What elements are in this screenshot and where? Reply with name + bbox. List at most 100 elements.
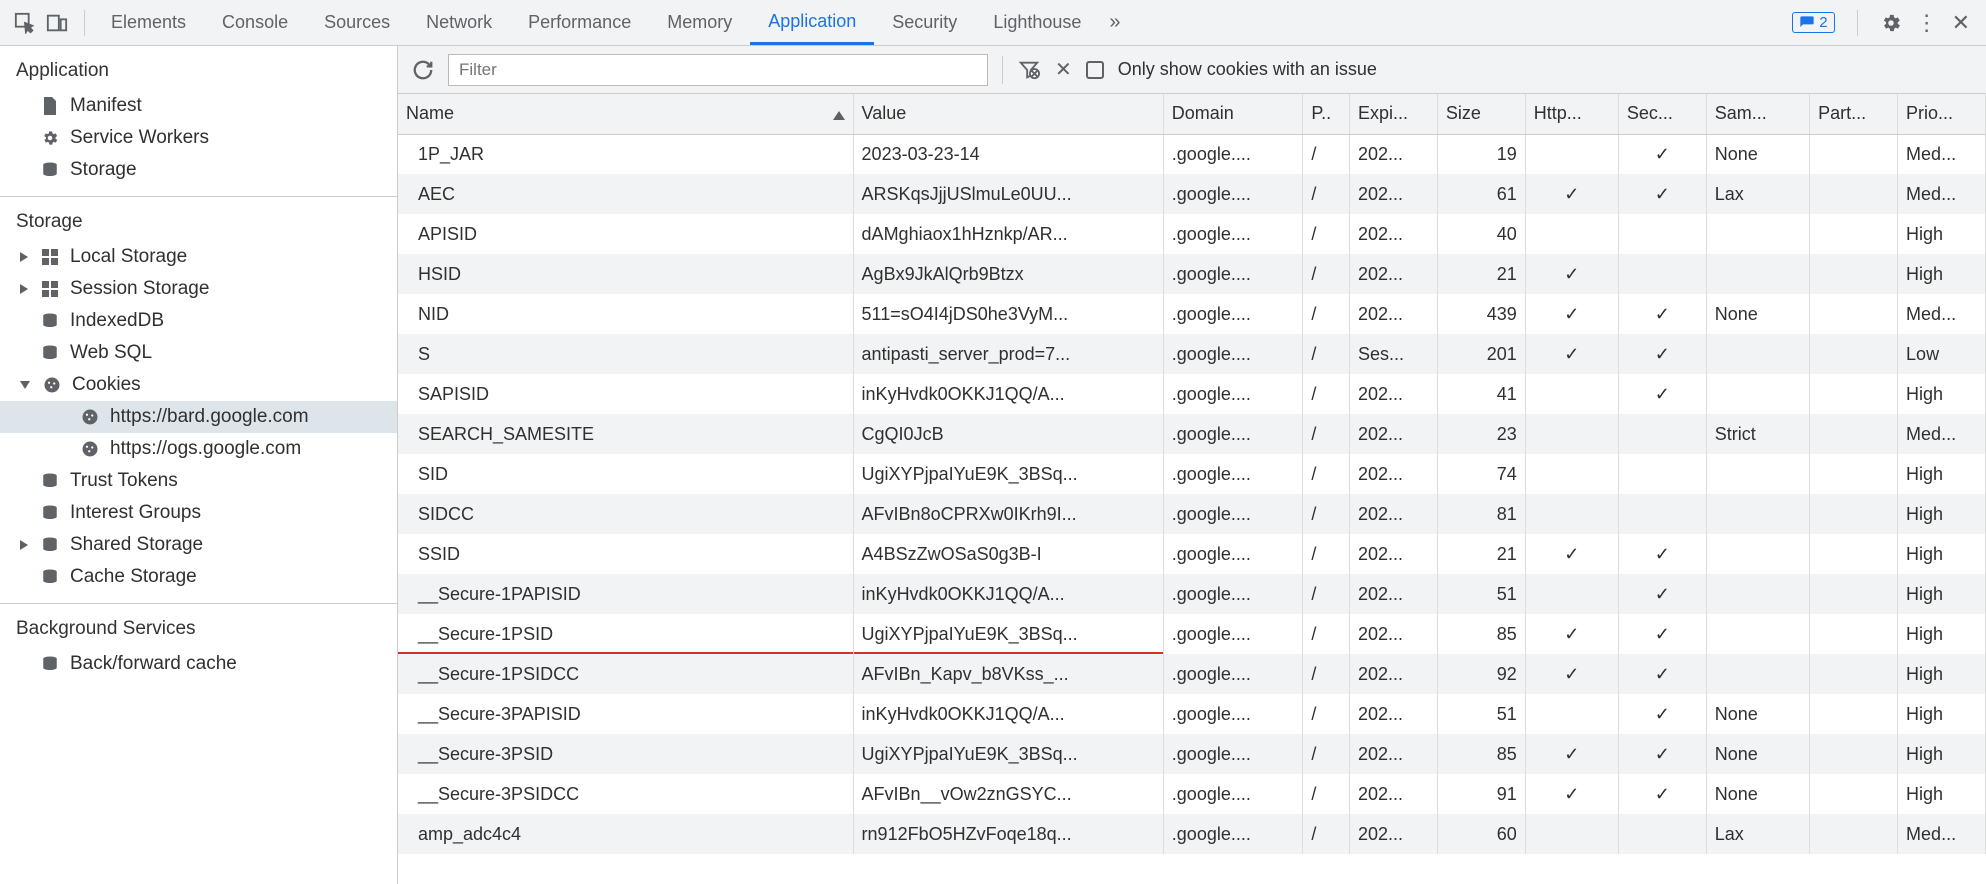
cell-path: / — [1303, 214, 1350, 254]
cell-domain: .google.... — [1163, 814, 1303, 854]
column-header[interactable]: Sam... — [1706, 94, 1809, 134]
column-header[interactable]: Expi... — [1349, 94, 1437, 134]
cell-priority: Med... — [1898, 174, 1986, 214]
column-header[interactable]: Sec... — [1618, 94, 1706, 134]
expand-arrow-icon[interactable] — [20, 540, 28, 550]
cell-name: __Secure-3PSIDCC — [398, 774, 853, 814]
sort-asc-icon — [833, 111, 845, 120]
cell-partition — [1810, 774, 1898, 814]
column-header[interactable]: Http... — [1525, 94, 1618, 134]
inspect-icon[interactable] — [14, 12, 36, 34]
cell-size: 85 — [1437, 614, 1525, 654]
cell-name: __Secure-3PSID — [398, 734, 853, 774]
application-sidebar: Application Manifest Service Workers Sto… — [0, 46, 398, 884]
grid-icon — [40, 281, 60, 297]
cell-name: __Secure-1PSIDCC — [398, 654, 853, 694]
cell-expires: 202... — [1349, 654, 1437, 694]
sidebar-item-trust-tokens[interactable]: Trust Tokens — [0, 465, 397, 497]
sidebar-item-cache-storage[interactable]: Cache Storage — [0, 561, 397, 593]
cell-domain: .google.... — [1163, 574, 1303, 614]
sidebar-cookie-origin-bard[interactable]: https://bard.google.com — [0, 401, 397, 433]
expand-arrow-icon[interactable] — [20, 252, 28, 262]
table-row[interactable]: __Secure-1PAPISIDinKyHvdk0OKKJ1QQ/A....g… — [398, 574, 1986, 614]
table-row[interactable]: APISIDdAMghiaox1hHznkp/AR....google..../… — [398, 214, 1986, 254]
cell-partition — [1810, 734, 1898, 774]
table-row[interactable]: amp_adc4c4rn912FbO5HZvFoqe18q....google.… — [398, 814, 1986, 854]
sidebar-item-websql[interactable]: Web SQL — [0, 337, 397, 369]
table-row[interactable]: __Secure-1PSIDCCAFvIBn_Kapv_b8VKss_....g… — [398, 654, 1986, 694]
table-row[interactable]: SIDCCAFvIBn8oCPRXw0IKrh9I....google..../… — [398, 494, 1986, 534]
tab-console[interactable]: Console — [204, 0, 306, 45]
table-row[interactable]: SAPISIDinKyHvdk0OKKJ1QQ/A....google..../… — [398, 374, 1986, 414]
sidebar-item-storage[interactable]: Storage — [0, 154, 397, 186]
table-row[interactable]: __Secure-3PSIDCCAFvIBn__vOw2znGSYC....go… — [398, 774, 1986, 814]
highlight-underline — [398, 652, 853, 654]
sidebar-item-manifest[interactable]: Manifest — [0, 90, 397, 122]
table-row[interactable]: SIDUgiXYPjpaIYuE9K_3BSq....google..../20… — [398, 454, 1986, 494]
cell-http: ✓ — [1525, 774, 1618, 814]
kebab-menu-icon[interactable]: ⋮ — [1916, 10, 1938, 36]
sidebar-item-session-storage[interactable]: Session Storage — [0, 273, 397, 305]
table-row[interactable]: __Secure-3PSIDUgiXYPjpaIYuE9K_3BSq....go… — [398, 734, 1986, 774]
tab-security[interactable]: Security — [874, 0, 975, 45]
more-tabs-icon[interactable]: » — [1099, 11, 1130, 34]
clear-filter-icon[interactable] — [1017, 59, 1041, 81]
column-header[interactable]: Value — [853, 94, 1163, 134]
sidebar-item-service-workers[interactable]: Service Workers — [0, 122, 397, 154]
only-issue-checkbox[interactable] — [1086, 61, 1104, 79]
cell-domain: .google.... — [1163, 214, 1303, 254]
sidebar-item-cookies[interactable]: Cookies — [0, 369, 397, 401]
column-header[interactable]: Size — [1437, 94, 1525, 134]
settings-icon[interactable] — [1880, 12, 1902, 34]
table-row[interactable]: AECARSKqsJjjUSlmuLe0UU....google..../202… — [398, 174, 1986, 214]
column-header[interactable]: Name — [398, 94, 853, 134]
tab-performance[interactable]: Performance — [510, 0, 649, 45]
column-header[interactable]: P.. — [1303, 94, 1350, 134]
cell-domain: .google.... — [1163, 694, 1303, 734]
table-row[interactable]: Santipasti_server_prod=7....google..../S… — [398, 334, 1986, 374]
cell-name: APISID — [398, 214, 853, 254]
column-header[interactable]: Part... — [1810, 94, 1898, 134]
table-row[interactable]: HSIDAgBx9JkAlQrb9Btzx.google..../202...2… — [398, 254, 1986, 294]
expand-arrow-icon[interactable] — [20, 284, 28, 294]
devtools-tab-bar: ElementsConsoleSourcesNetworkPerformance… — [0, 0, 1986, 46]
column-header[interactable]: Domain — [1163, 94, 1303, 134]
sidebar-item-indexeddb[interactable]: IndexedDB — [0, 305, 397, 337]
cell-priority: Med... — [1898, 414, 1986, 454]
sidebar-cookie-origin-ogs[interactable]: https://ogs.google.com — [0, 433, 397, 465]
tab-application[interactable]: Application — [750, 0, 874, 45]
cell-http: ✓ — [1525, 614, 1618, 654]
table-row[interactable]: SSIDA4BSzZwOSaS0g3B-I.google..../202...2… — [398, 534, 1986, 574]
sidebar-item-local-storage[interactable]: Local Storage — [0, 241, 397, 273]
collapse-arrow-icon[interactable] — [20, 381, 30, 389]
device-toggle-icon[interactable] — [46, 12, 68, 34]
cell-expires: 202... — [1349, 294, 1437, 334]
cell-http — [1525, 694, 1618, 734]
table-row[interactable]: NID511=sO4I4jDS0he3VyM....google..../202… — [398, 294, 1986, 334]
cell-size: 40 — [1437, 214, 1525, 254]
refresh-icon[interactable] — [412, 59, 434, 81]
table-row[interactable]: SEARCH_SAMESITECgQI0JcB.google..../202..… — [398, 414, 1986, 454]
tab-sources[interactable]: Sources — [306, 0, 408, 45]
cell-secure: ✓ — [1618, 614, 1706, 654]
cell-path: / — [1303, 334, 1350, 374]
table-row[interactable]: __Secure-1PSIDUgiXYPjpaIYuE9K_3BSq....go… — [398, 614, 1986, 654]
cell-value: A4BSzZwOSaS0g3B-I — [853, 534, 1163, 574]
cell-value: antipasti_server_prod=7... — [853, 334, 1163, 374]
close-devtools-icon[interactable]: ✕ — [1952, 10, 1970, 36]
table-row[interactable]: 1P_JAR2023-03-23-14.google..../202...19✓… — [398, 134, 1986, 174]
table-row[interactable]: __Secure-3PAPISIDinKyHvdk0OKKJ1QQ/A....g… — [398, 694, 1986, 734]
filter-input[interactable] — [448, 54, 988, 86]
tab-elements[interactable]: Elements — [93, 0, 204, 45]
sidebar-item-bfcache[interactable]: Back/forward cache — [0, 648, 397, 680]
gear-icon — [40, 129, 60, 147]
sidebar-item-shared-storage[interactable]: Shared Storage — [0, 529, 397, 561]
cell-secure: ✓ — [1618, 374, 1706, 414]
column-header[interactable]: Prio... — [1898, 94, 1986, 134]
tab-network[interactable]: Network — [408, 0, 510, 45]
tab-memory[interactable]: Memory — [649, 0, 750, 45]
issues-badge[interactable]: 2 — [1792, 12, 1834, 33]
clear-icon[interactable]: ✕ — [1055, 57, 1072, 82]
tab-lighthouse[interactable]: Lighthouse — [975, 0, 1099, 45]
sidebar-item-interest-groups[interactable]: Interest Groups — [0, 497, 397, 529]
